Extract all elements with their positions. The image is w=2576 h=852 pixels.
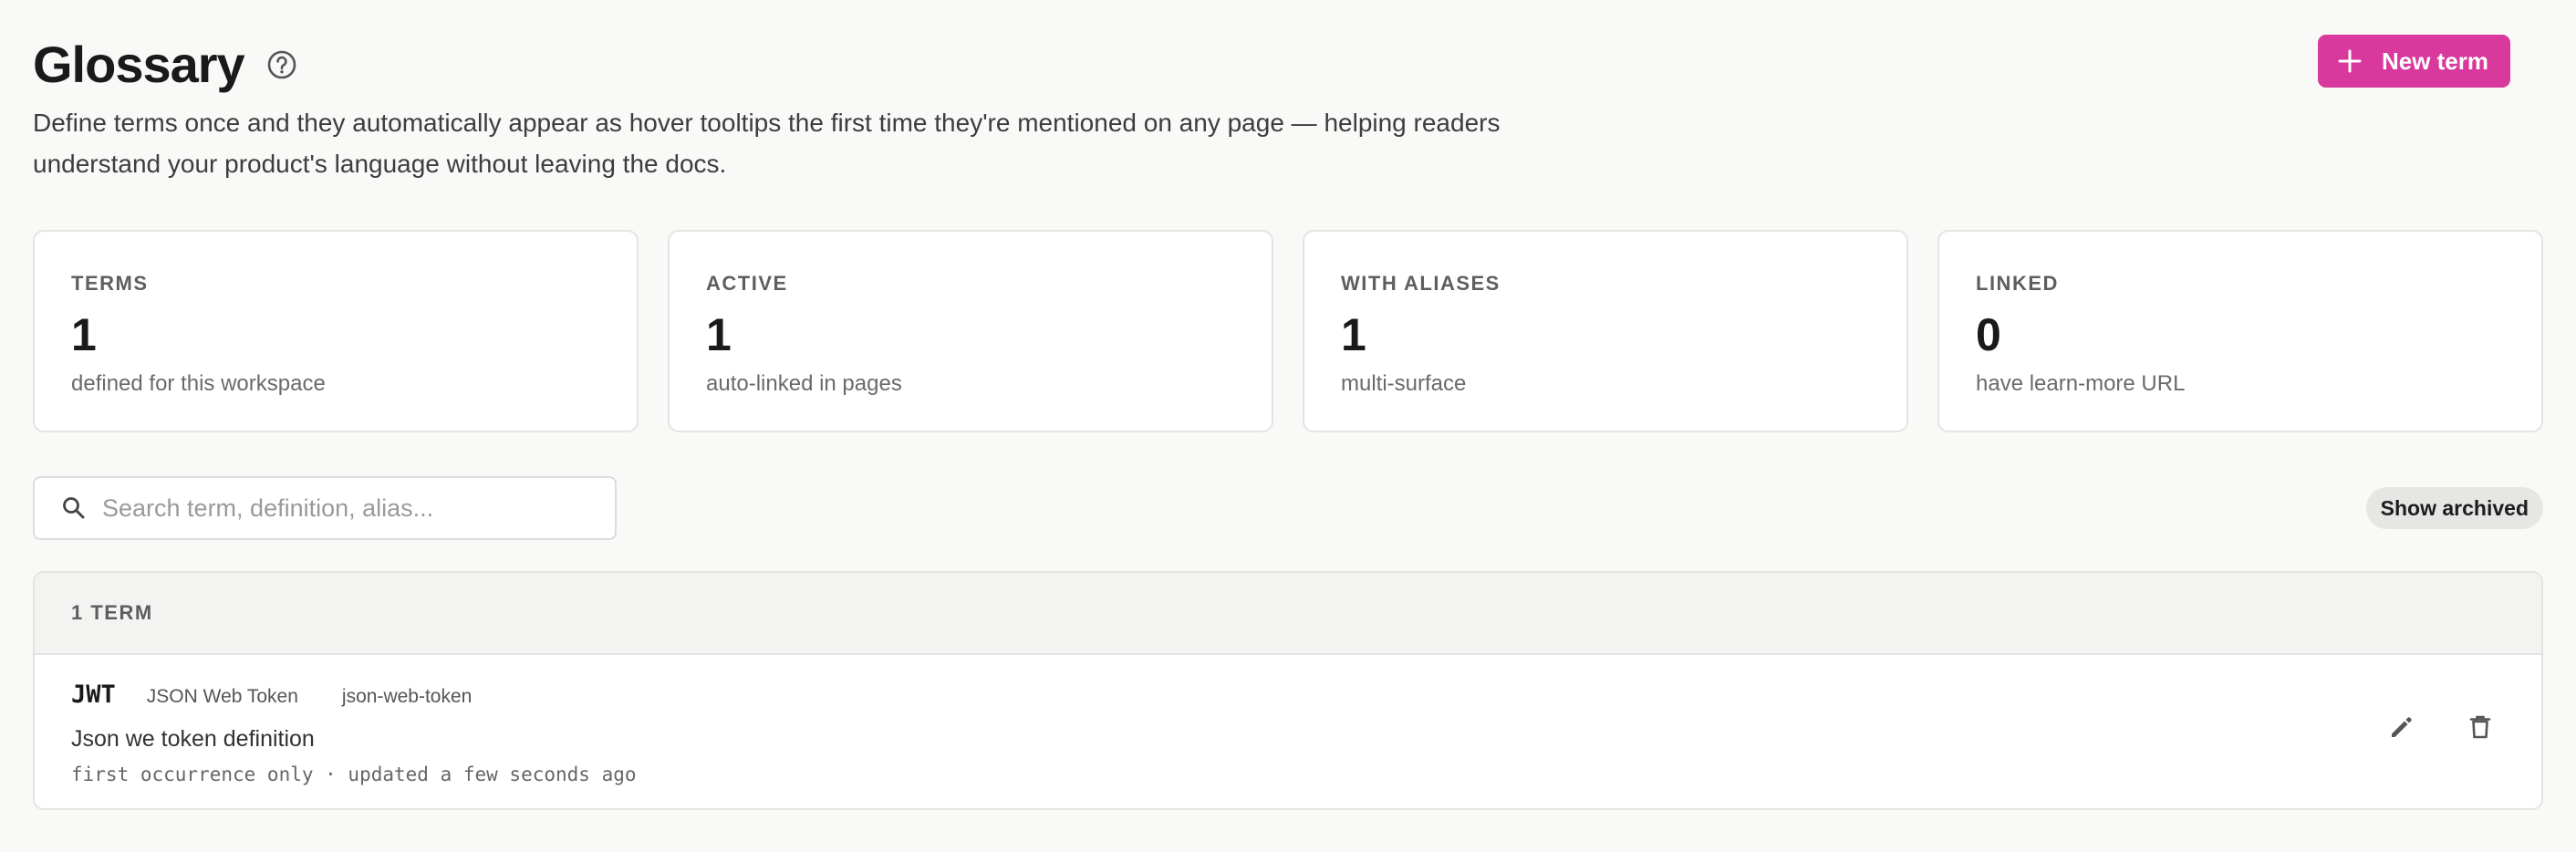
stat-label: ACTIVE: [706, 272, 788, 295]
row-actions: [2386, 712, 2496, 743]
page-title: Glossary: [33, 36, 245, 93]
term-name: JWT: [71, 681, 116, 709]
stat-label: TERMS: [71, 272, 149, 295]
pencil-icon[interactable]: [2386, 712, 2417, 743]
stat-caption: have learn-more URL: [1976, 371, 2186, 396]
new-term-button[interactable]: New term: [2317, 35, 2510, 88]
page-description: Define terms once and they automatically…: [33, 109, 1501, 178]
terms-list: 1 TERM JWT JSON Web Token json-web-token…: [33, 571, 2543, 810]
stat-label: WITH ALIASES: [1341, 272, 1501, 295]
stat-card-with-aliases: WITH ALIASES 1 multi-surface: [1303, 230, 1908, 432]
list-header: 1 TERM: [35, 573, 2541, 655]
stat-value: 1: [1341, 309, 1366, 360]
term-meta: first occurrence only · updated a few se…: [71, 764, 637, 785]
stat-caption: multi-surface: [1341, 371, 1467, 396]
search-input[interactable]: [100, 493, 597, 524]
term-alias: JSON Web Token: [146, 686, 298, 707]
page-header: Glossary Define terms once and they auto…: [33, 0, 2543, 228]
stat-label: LINKED: [1976, 272, 2059, 295]
glossary-page: Glossary Define terms once and they auto…: [0, 0, 2576, 852]
stat-card-linked: LINKED 0 have learn-more URL: [1937, 230, 2543, 432]
new-term-label: New term: [2381, 47, 2488, 75]
trash-icon[interactable]: [2465, 712, 2496, 743]
list-item[interactable]: JWT JSON Web Token json-web-token Json w…: [35, 655, 2541, 808]
term-count: 1 TERM: [71, 601, 153, 624]
stat-value: 1: [71, 309, 97, 360]
term-slug: json-web-token: [341, 686, 473, 707]
stat-value: 1: [706, 309, 732, 360]
term-title-line: JWT JSON Web Token json-web-token: [71, 681, 2541, 709]
title-row: Glossary: [33, 33, 297, 97]
search-box[interactable]: [33, 476, 617, 540]
show-archived-button[interactable]: Show archived: [2365, 487, 2543, 529]
stat-card-terms: TERMS 1 defined for this workspace: [33, 230, 639, 432]
search-icon: [60, 494, 88, 522]
term-definition: Json we token definition: [71, 726, 315, 752]
stat-caption: auto-linked in pages: [706, 371, 902, 396]
stat-card-active: ACTIVE 1 auto-linked in pages: [668, 230, 1273, 432]
stats-row: TERMS 1 defined for this workspace ACTIV…: [33, 230, 2543, 432]
stat-value: 0: [1976, 309, 2001, 360]
stat-caption: defined for this workspace: [71, 371, 326, 396]
question-circle-icon[interactable]: [266, 49, 297, 80]
plus-icon: [2338, 49, 2362, 73]
